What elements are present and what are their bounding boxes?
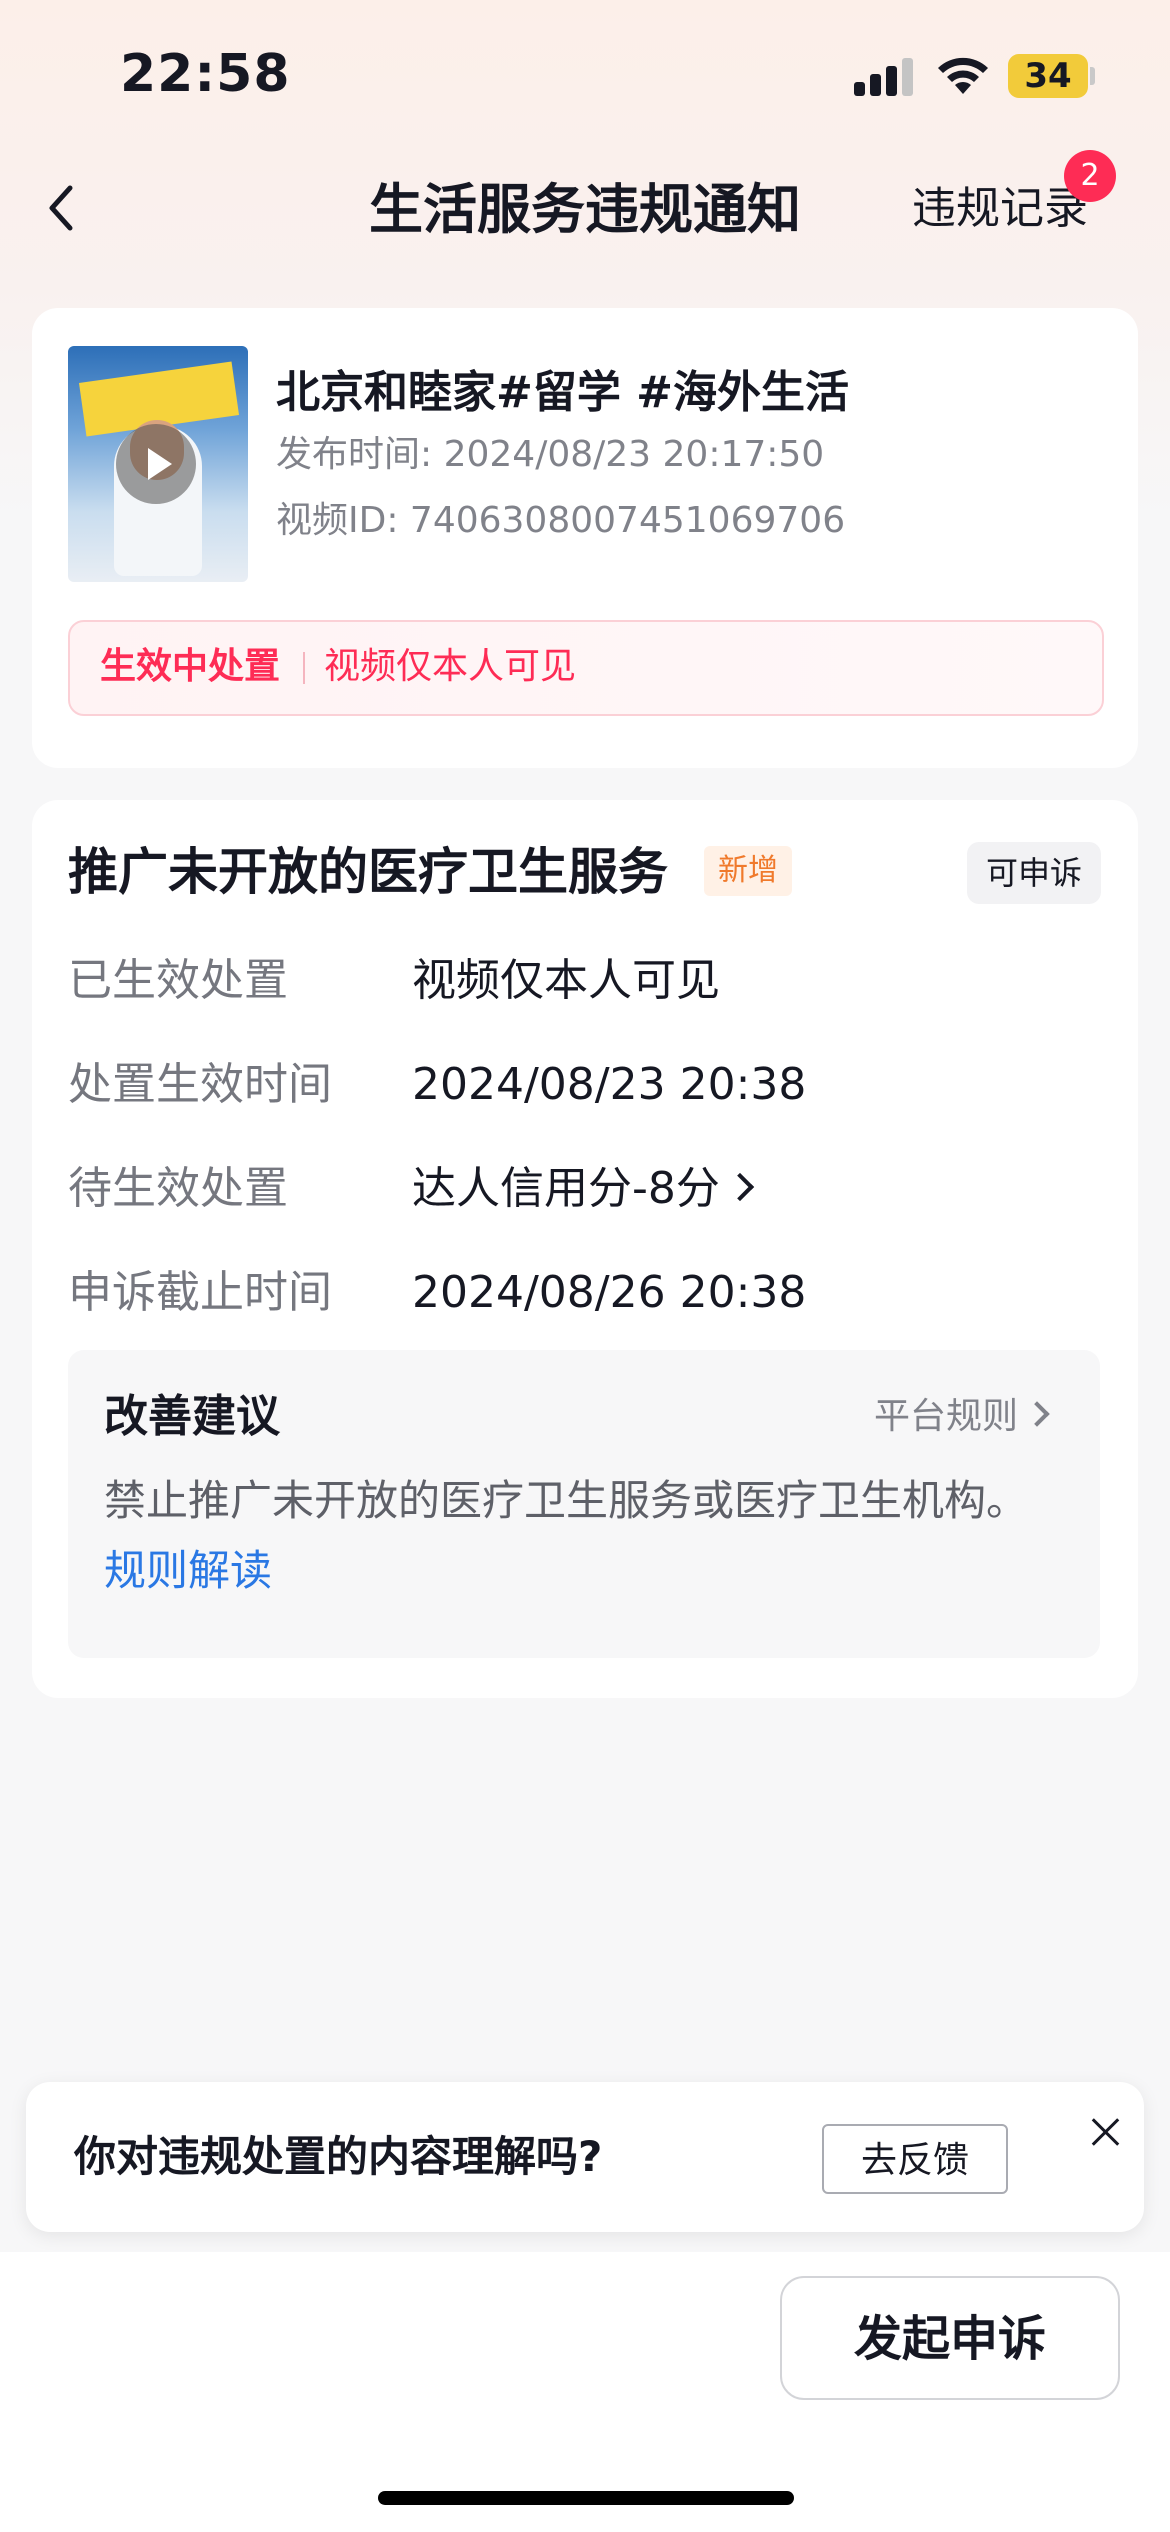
row-label-applied-penalty: 已生效处置	[68, 955, 288, 1006]
video-card[interactable]: 北京和睦家#留学 #海外生活 发布时间: 2024/08/23 20:17:50…	[32, 308, 1138, 768]
battery-icon: 34	[1008, 54, 1088, 98]
advice-text: 禁止推广未开放的医疗卫生服务或医疗卫生机构。	[104, 1476, 1029, 1525]
improvement-advice-box: 改善建议 平台规则 禁止推广未开放的医疗卫生服务或医疗卫生机构。规则解读	[68, 1350, 1100, 1658]
violation-card: 推广未开放的医疗卫生服务 新增 可申诉 已生效处置 视频仅本人可见 处置生效时间…	[32, 800, 1138, 1698]
active-penalty-bar: 生效中处置 视频仅本人可见	[68, 620, 1104, 716]
platform-rules-link[interactable]: 平台规则	[874, 1390, 1050, 1444]
home-indicator	[378, 2491, 794, 2505]
row-value-pending-penalty: 达人信用分-8分	[412, 1163, 720, 1214]
new-badge: 新增	[704, 846, 792, 896]
publish-time: 发布时间: 2024/08/23 20:17:50	[276, 434, 825, 475]
feedback-button[interactable]: 去反馈	[822, 2124, 1008, 2194]
row-value-applied-penalty: 视频仅本人可见	[412, 955, 720, 1006]
bottom-action-bar: 发起申诉	[0, 2252, 1170, 2532]
feedback-question: 你对违规处置的内容理解吗?	[74, 2132, 603, 2181]
close-icon[interactable]	[1084, 2110, 1128, 2154]
violation-title: 推广未开放的医疗卫生服务	[68, 843, 668, 901]
row-value-effective-time: 2024/08/23 20:38	[412, 1059, 807, 1110]
video-title: 北京和睦家#留学 #海外生活	[276, 367, 850, 418]
platform-rules-label: 平台规则	[874, 1396, 1019, 1437]
status-time: 22:58	[120, 44, 291, 104]
feedback-popup: 你对违规处置的内容理解吗? 去反馈	[26, 2082, 1144, 2232]
chevron-right-icon	[725, 1172, 755, 1202]
video-id: 视频ID: 7406308007451069706	[276, 500, 846, 541]
advice-title: 改善建议	[104, 1391, 280, 1442]
row-value-appeal-deadline: 2024/08/26 20:38	[412, 1267, 807, 1318]
rule-interpretation-link[interactable]: 规则解读	[104, 1546, 272, 1595]
pending-penalty-link[interactable]: 达人信用分-8分	[412, 1158, 755, 1220]
row-label-effective-time: 处置生效时间	[68, 1059, 332, 1110]
row-label-pending-penalty: 待生效处置	[68, 1163, 288, 1214]
active-penalty-label: 生效中处置	[100, 646, 281, 687]
cellular-signal-icon	[854, 58, 916, 96]
advice-text-block: 禁止推广未开放的医疗卫生服务或医疗卫生机构。规则解读	[104, 1466, 1064, 1606]
chevron-right-icon	[1024, 1401, 1050, 1427]
record-count-badge: 2	[1064, 150, 1116, 202]
play-icon[interactable]	[116, 424, 196, 504]
active-penalty-value: 视频仅本人可见	[324, 646, 577, 687]
wifi-icon	[938, 57, 988, 94]
divider	[303, 652, 305, 684]
video-thumbnail[interactable]	[68, 346, 248, 582]
appealable-badge: 可申诉	[967, 842, 1101, 904]
row-label-appeal-deadline: 申诉截止时间	[68, 1267, 332, 1318]
violation-record-button[interactable]: 违规记录	[912, 178, 1088, 240]
battery-cap	[1090, 67, 1095, 85]
submit-appeal-button[interactable]: 发起申诉	[780, 2276, 1120, 2400]
